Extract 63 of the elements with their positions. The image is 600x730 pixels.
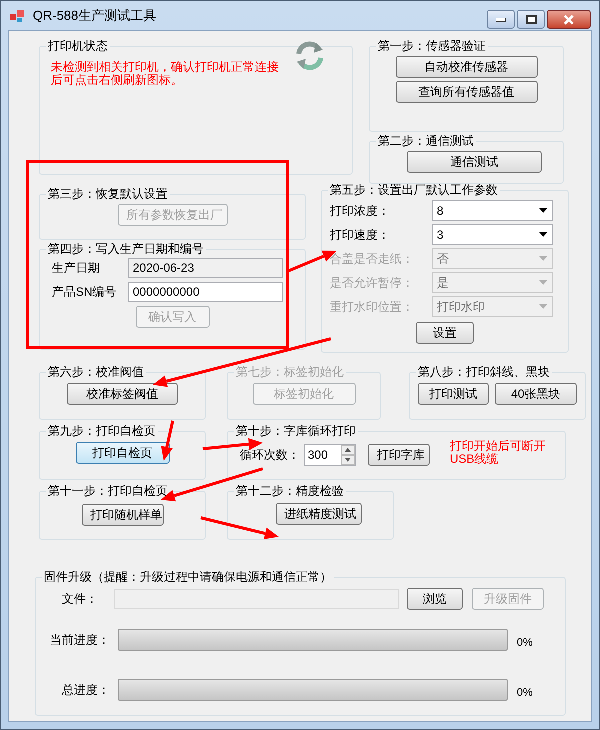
- button[interactable]: 打印随机样单: [82, 504, 164, 526]
- button[interactable]: 40张黑块: [495, 383, 577, 405]
- button[interactable]: 进纸精度测试: [276, 503, 362, 525]
- button[interactable]: 校准标签阀值: [67, 383, 178, 405]
- group-title: 打印机状态: [47, 38, 109, 55]
- group-title: 第九步：打印自检页: [47, 423, 157, 440]
- group-title: 第三步：恢复默认设置: [47, 186, 169, 203]
- caret-icon: [539, 232, 548, 237]
- warning-note: 打印开始后可断开USB线缆: [450, 440, 546, 466]
- group-title: 第八步：打印斜线、黑块: [417, 364, 551, 381]
- button[interactable]: 通信测试: [407, 151, 542, 173]
- refresh-icon[interactable]: [294, 41, 326, 71]
- input-field[interactable]: 2020-06-23: [128, 258, 283, 278]
- field-label: 产品SN编号: [52, 284, 118, 301]
- group-title: 第十一步：打印自检页: [47, 483, 169, 500]
- caret-icon: [539, 304, 548, 309]
- input-field[interactable]: 0000000000: [128, 282, 283, 302]
- group-title: 第五步：设置出厂默认工作参数: [329, 182, 499, 199]
- button[interactable]: 打印字库: [368, 444, 430, 466]
- button[interactable]: 打印测试: [418, 383, 489, 405]
- progress-reading: 0%: [517, 686, 533, 700]
- field-label: 文件：: [61, 591, 99, 608]
- minimize-icon: [496, 18, 506, 22]
- field-label: 生产日期: [52, 260, 101, 277]
- progress-label: 当前进度：: [49, 632, 111, 650]
- dropdown[interactable]: 8: [432, 200, 553, 221]
- button[interactable]: 打印自检页: [76, 442, 170, 464]
- caret-icon: [539, 208, 548, 213]
- field-label: 合盖是否走纸：: [330, 250, 415, 268]
- field-label: 重打水印位置：: [330, 298, 415, 316]
- spin-arrows-icon[interactable]: [341, 444, 355, 464]
- field-label: 循环次数：: [240, 446, 300, 464]
- caret-icon: [539, 280, 548, 285]
- button[interactable]: 浏览: [407, 588, 463, 610]
- group-title: 第七步：标签初始化: [235, 364, 345, 381]
- button[interactable]: 设置: [416, 322, 474, 344]
- progress-label: 总进度：: [61, 682, 111, 699]
- group-title: 第十二步：精度检验: [235, 483, 345, 500]
- field-label: 打印浓度：: [330, 202, 391, 220]
- annotation-arrow: [161, 420, 174, 461]
- annotation-arrow: [202, 438, 263, 450]
- dropdown[interactable]: 3: [432, 224, 553, 245]
- status-message: 未检测到相关打印机，确认打印机正常连接后可点击右侧刷新图标。: [51, 61, 280, 87]
- group-title: 第二步：通信测试: [377, 133, 475, 150]
- maximize-button[interactable]: [517, 10, 545, 29]
- close-icon: [563, 14, 575, 24]
- group-title: 第四步：写入生产日期和编号: [47, 241, 205, 258]
- group-title: 第六步：校准阀值: [47, 364, 145, 381]
- number-spinner[interactable]: 300: [304, 444, 356, 466]
- progress-reading: 0%: [517, 636, 533, 651]
- caret-icon: [539, 256, 548, 261]
- button[interactable]: 查询所有传感器值: [396, 81, 538, 103]
- group-title: 第一步：传感器验证: [377, 38, 487, 55]
- group-title: 固件升级（提醒：升级过程中请确保电源和通信正常）: [43, 569, 333, 586]
- minimize-button[interactable]: [487, 10, 515, 29]
- maximize-icon: [526, 15, 536, 24]
- field-label: 是否允许暂停：: [330, 274, 415, 292]
- field-label: 打印速度：: [330, 226, 391, 244]
- close-button[interactable]: [547, 10, 591, 29]
- group-title: 第十步：字库循环打印: [235, 423, 357, 440]
- window-title: QR-588生产测试工具: [33, 6, 157, 25]
- app-icon: [9, 8, 25, 22]
- button[interactable]: 自动校准传感器: [396, 56, 538, 78]
